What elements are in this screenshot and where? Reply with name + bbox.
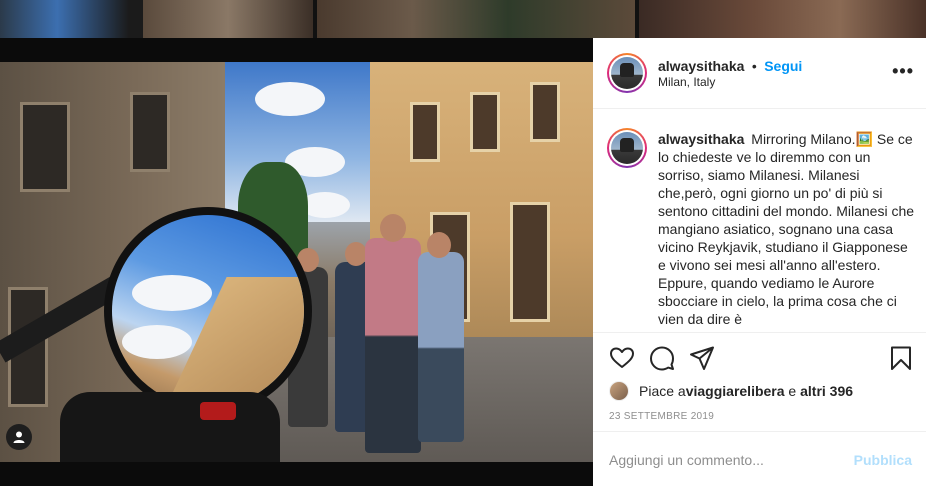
post-side-panel: alwaysithaka • Segui Milan, Italy ••• al…: [593, 38, 926, 486]
likes-middle: e: [784, 383, 801, 399]
heart-icon[interactable]: [609, 345, 635, 371]
comment-icon[interactable]: [649, 345, 675, 371]
caption-text: alwaysithaka Mirroring Milano.🖼️ Se ce l…: [658, 130, 916, 328]
comment-input[interactable]: Aggiungi un commento...: [609, 452, 764, 468]
follow-button[interactable]: Segui: [764, 58, 802, 74]
mirror-reflection: [104, 207, 312, 415]
liker-username-link[interactable]: viaggiarelibera: [686, 383, 785, 399]
avatar[interactable]: [607, 53, 647, 93]
likes-prefix: Piace a: [639, 383, 686, 399]
post-header: alwaysithaka • Segui Milan, Italy •••: [593, 38, 926, 109]
caption-avatar[interactable]: [607, 128, 647, 168]
caption-area: alwaysithaka Mirroring Milano.🖼️ Se ce l…: [593, 110, 926, 368]
location-link[interactable]: Milan, Italy: [658, 75, 715, 89]
more-options-button[interactable]: •••: [892, 62, 914, 80]
likes-summary[interactable]: Piace a viaggiarelibera e altri 396: [609, 381, 853, 401]
instagram-post-modal: alwaysithaka • Segui Milan, Italy ••• al…: [0, 0, 926, 486]
likes-others-link[interactable]: altri 396: [800, 383, 853, 399]
caption-body: Mirroring Milano.🖼️ Se ce lo chiedeste v…: [658, 131, 915, 327]
separator-dot: •: [751, 58, 757, 74]
publish-button[interactable]: Pubblica: [854, 452, 912, 468]
post-date: 23 SETTEMBRE 2019: [609, 411, 715, 422]
tagged-user-button[interactable]: [6, 424, 32, 450]
comment-bar: Aggiungi un commento... Pubblica: [593, 431, 926, 486]
post-photo[interactable]: [0, 62, 593, 462]
liker-avatar: [609, 381, 629, 401]
bookmark-icon[interactable]: [888, 345, 914, 371]
background-feed-strip: [0, 0, 926, 38]
username-link[interactable]: alwaysithaka: [658, 58, 744, 74]
share-icon[interactable]: [689, 345, 715, 371]
caption-username-link[interactable]: alwaysithaka: [658, 131, 744, 147]
user-icon: [13, 431, 25, 443]
